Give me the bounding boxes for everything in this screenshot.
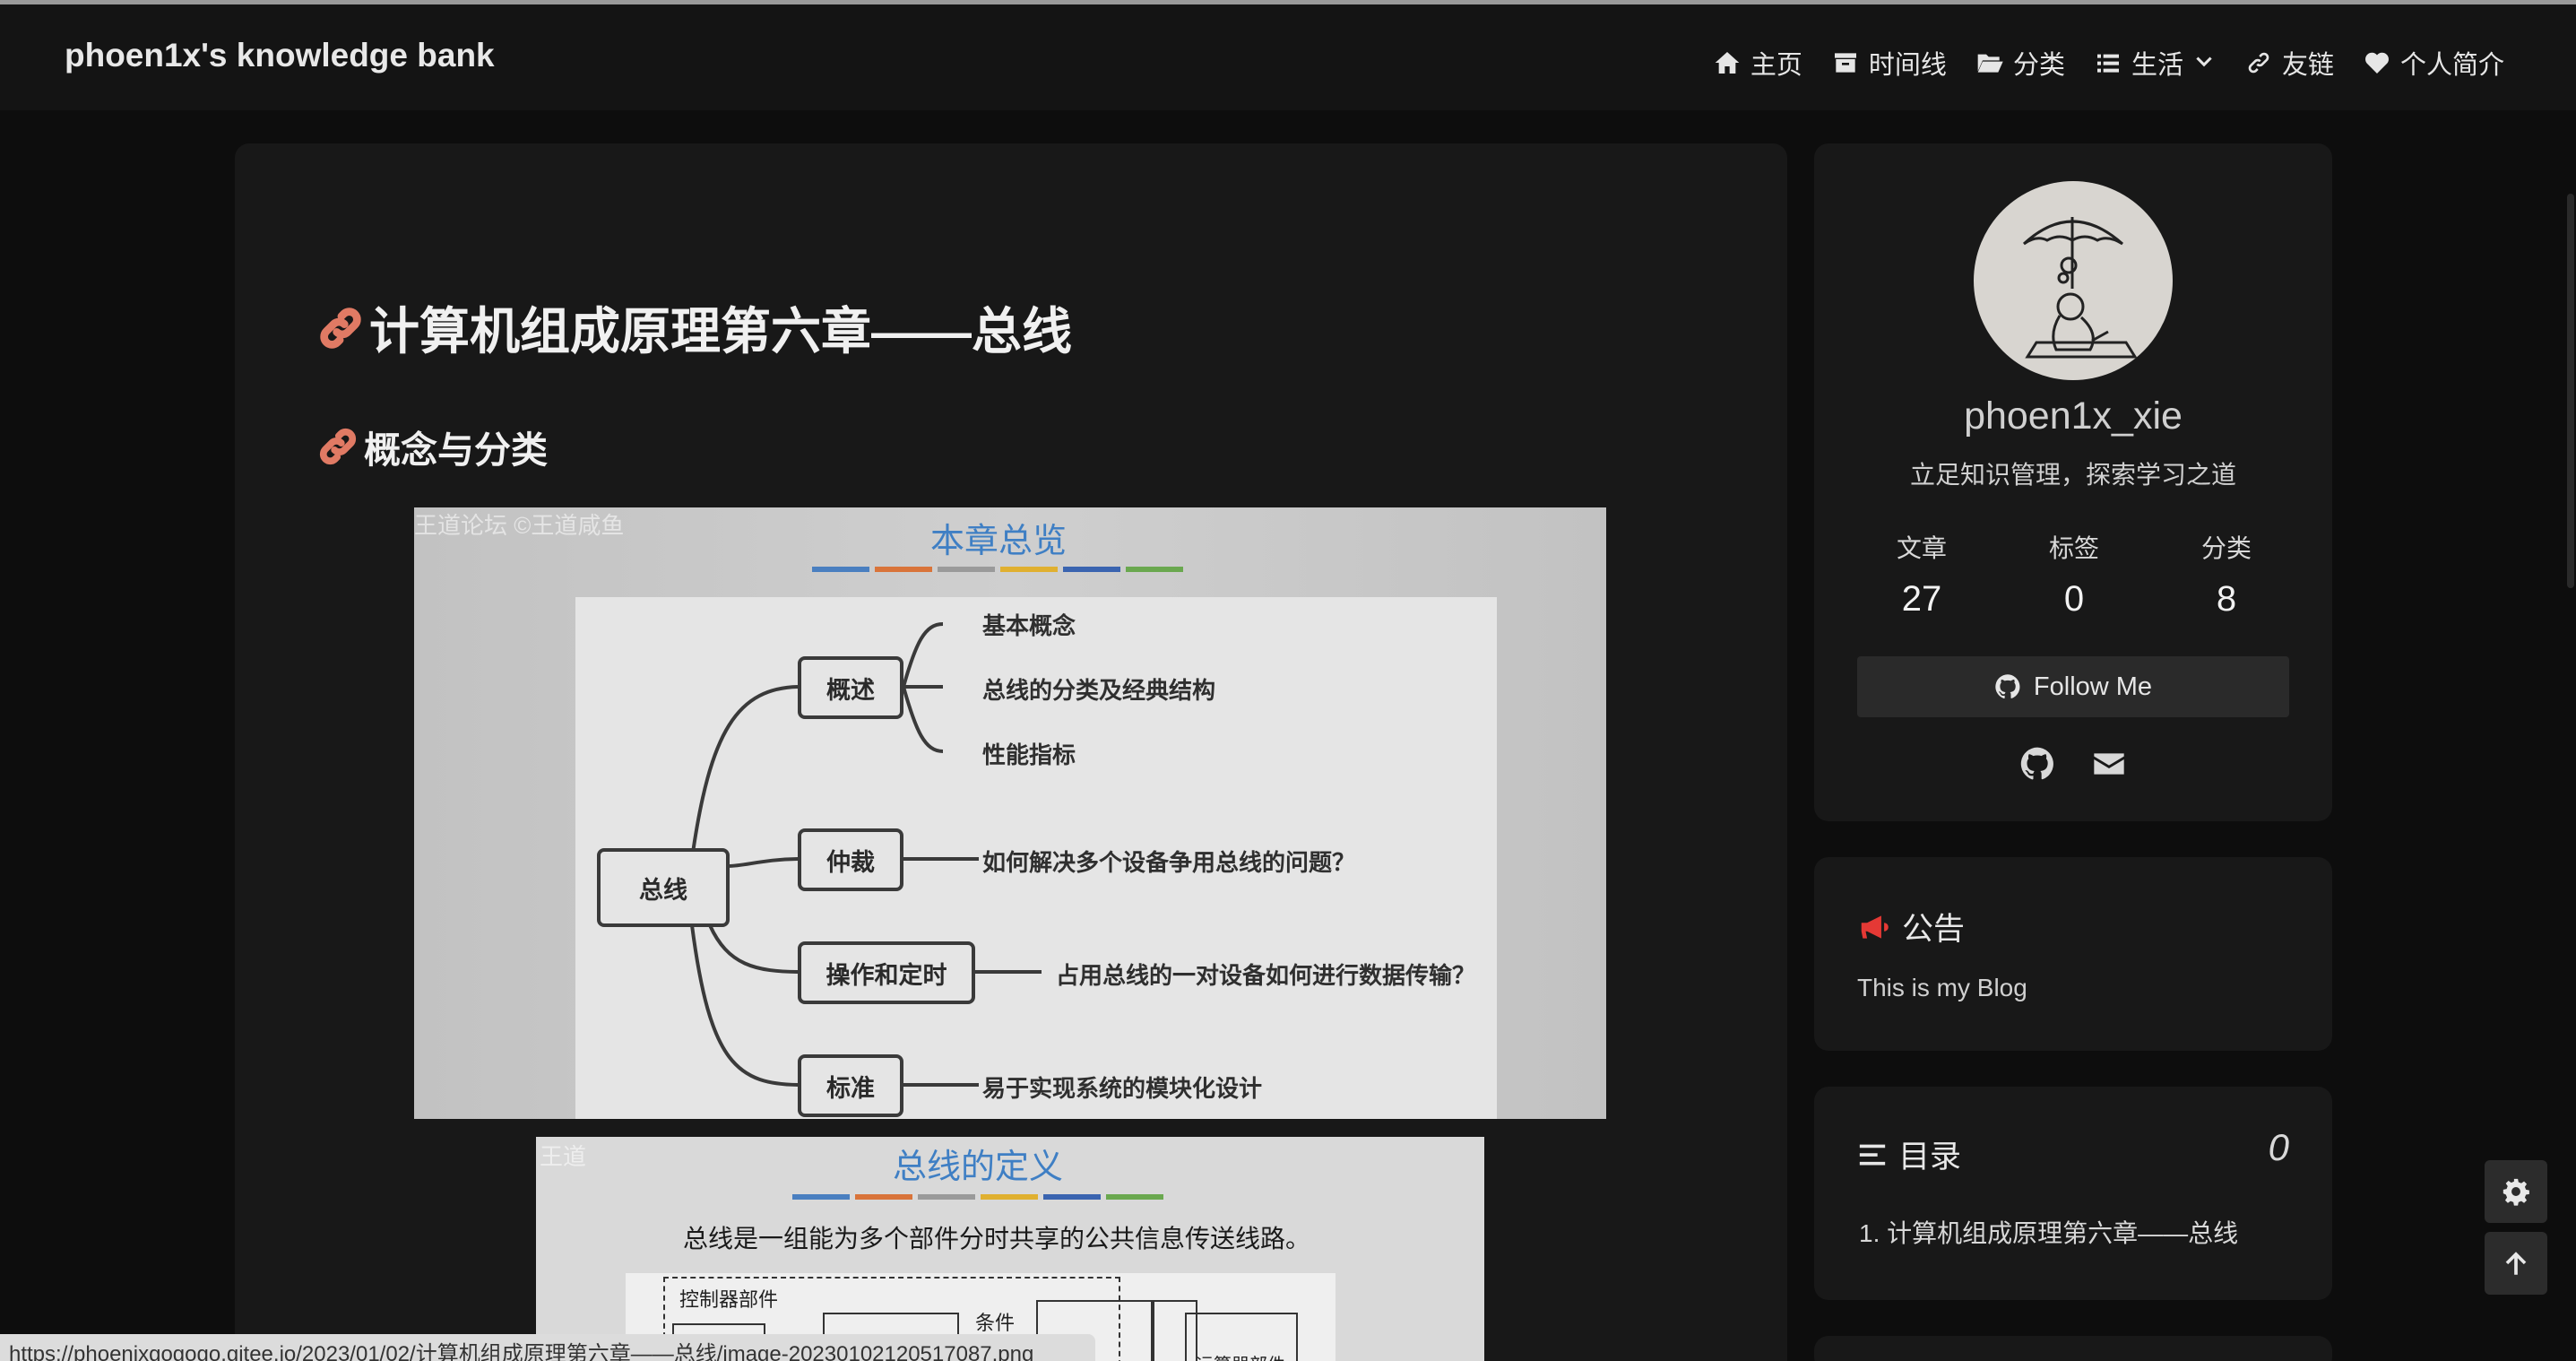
mindmap-node-timing: 操作和定时 (798, 941, 975, 1004)
nav-item-label: 个人简介 (2399, 51, 2504, 80)
megaphone-icon (1861, 915, 1889, 939)
nav-item-label: 友链 (2281, 51, 2334, 80)
nav-item-friend-links[interactable]: 友链 (2244, 44, 2334, 82)
color-bar-segment (1043, 1194, 1101, 1200)
nav-item-label: 生活 (2131, 51, 2183, 80)
stat-value: 27 (1901, 579, 1942, 619)
nav-item-timeline[interactable]: 时间线 (1831, 44, 1947, 82)
stat-value: 8 (2216, 579, 2237, 619)
back-to-top-button[interactable] (2485, 1232, 2547, 1295)
alu-label: 运算器部件 (1196, 1350, 1285, 1361)
arrow-up-icon (2505, 1252, 2527, 1275)
mindmap-leaf: 性能指标 (982, 741, 1076, 768)
github-icon[interactable] (2019, 746, 2055, 782)
section-heading-text: 概念与分类 (364, 429, 548, 471)
mindmap-leaf: 总线的分类及经典结构 (982, 677, 1216, 704)
archive-icon (1834, 53, 1856, 73)
top-navbar: phoen1x's knowledge bank 主页 时间线 分类 生活 友链… (0, 4, 2576, 110)
color-bar-segment (792, 1194, 850, 1200)
anchor-link-icon[interactable] (317, 305, 364, 351)
site-brand[interactable]: phoen1x's knowledge bank (65, 37, 495, 74)
color-bar-segment (1106, 1194, 1163, 1200)
stat-tags[interactable]: 标签 0 (2020, 529, 2128, 620)
author-stats: 文章 27 标签 0 分类 8 (1868, 529, 2280, 620)
alu-block: 运算器部件 (1185, 1313, 1298, 1361)
folder-open-icon (1977, 54, 2003, 73)
color-bar-segment (918, 1194, 975, 1200)
nav-item-life[interactable]: 生活 (2094, 44, 2216, 82)
chevron-down-icon (2196, 56, 2212, 67)
toc-progress: 0 (2268, 1126, 2289, 1168)
bus-definition-image[interactable]: 王道 总线的定义 总线是一组能为多个部件分时共享的公共信息传送线路。 控制器部件… (536, 1137, 1484, 1361)
color-bar-segment (855, 1194, 912, 1200)
color-bar-segment (981, 1194, 1038, 1200)
announcement-title: 公告 (1902, 912, 1966, 947)
home-icon (1715, 52, 1740, 74)
nav-item-about[interactable]: 个人简介 (2363, 44, 2504, 82)
link-icon (2248, 52, 2269, 74)
figure-title: 总线的定义 (893, 1147, 1064, 1186)
nav-menu: 主页 时间线 分类 生活 友链 个人简介 (1713, 44, 2504, 82)
mindmap-connectors (690, 622, 1042, 1087)
stat-articles[interactable]: 文章 27 (1868, 529, 1975, 620)
mindmap-root-node: 总线 (597, 848, 730, 927)
chapter-overview-image[interactable]: 王道论坛 ©王道咸鱼 本章总览 总线 概述 仲裁 操作和定时 标准 基本概念 总… (414, 507, 1606, 1119)
settings-button[interactable] (2485, 1160, 2547, 1223)
condition-label: 条件 (975, 1313, 1016, 1335)
stat-label: 分类 (2200, 534, 2252, 562)
toc-item[interactable]: 1. 计算机组成原理第六章——总线 (1859, 1214, 2238, 1250)
controller-label: 控制器部件 (679, 1289, 779, 1312)
stat-value: 0 (2063, 579, 2085, 619)
heart-icon (2365, 52, 2389, 74)
toc-header: 目录 (1857, 1131, 1961, 1177)
mindmap-leaf: 易于实现系统的模块化设计 (982, 1075, 1263, 1102)
page-scrollbar[interactable] (2567, 194, 2574, 588)
follow-me-label: Follow Me (2033, 672, 2153, 701)
nav-item-home[interactable]: 主页 (1713, 44, 1802, 82)
nav-item-categories[interactable]: 分类 (1975, 44, 2065, 82)
nav-item-label: 时间线 (1868, 51, 1947, 80)
email-icon[interactable] (2091, 746, 2127, 782)
list-icon (2096, 54, 2119, 73)
post-title: 计算机组成原理第六章——总线 (317, 291, 1072, 364)
image-watermark: 王道 (540, 1143, 587, 1170)
author-description: 立足知识管理，探索学习之道 (1909, 461, 2236, 489)
gear-icon (2503, 1178, 2529, 1206)
status-bar-url: https://phoenixgogogo.gitee.io/2023/01/0… (0, 1334, 1095, 1361)
github-icon (1995, 674, 2020, 699)
stat-categories[interactable]: 分类 8 (2173, 529, 2280, 620)
sidebar-card-partial (1814, 1336, 2332, 1361)
mindmap-leaf: 基本概念 (982, 612, 1076, 639)
mindmap-node-standard: 标准 (798, 1054, 903, 1117)
stat-label: 文章 (1896, 534, 1947, 562)
post-title-text: 计算机组成原理第六章——总线 (369, 303, 1072, 360)
announcement-card: 公告 This is my Blog (1814, 857, 2332, 1051)
section-heading: 概念与分类 (317, 420, 548, 473)
mindmap-node-overview: 概述 (798, 656, 903, 719)
toc-title: 目录 (1898, 1140, 1962, 1175)
anchor-link-icon[interactable] (317, 426, 359, 467)
bus-definition-text: 总线是一组能为多个部件分时共享的公共信息传送线路。 (683, 1224, 1311, 1253)
author-profile-card: phoen1x_xie 立足知识管理，探索学习之道 文章 27 标签 0 分类 … (1814, 143, 2332, 821)
avatar-illustration (2022, 217, 2138, 359)
author-name: phoen1x_xie (1964, 394, 2183, 438)
menu-lines-icon (1859, 1144, 1886, 1165)
stat-label: 标签 (2048, 534, 2099, 562)
mindmap-leaf: 如何解决多个设备争用总线的问题？ (982, 849, 1356, 876)
announcement-text: This is my Blog (1857, 974, 2027, 1001)
mindmap-leaf: 占用总线的一对设备如何进行数据传输？ (1056, 962, 1476, 989)
nav-item-label: 主页 (1750, 51, 1802, 80)
follow-me-button[interactable]: Follow Me (1857, 656, 2289, 717)
social-links (1814, 746, 2332, 782)
figure-color-bar (792, 1194, 1163, 1200)
avatar[interactable] (1974, 181, 2173, 380)
announcement-header: 公告 (1857, 904, 1965, 949)
mindmap-node-arbitration: 仲裁 (798, 828, 903, 891)
nav-item-label: 分类 (2012, 51, 2065, 80)
table-of-contents-card: 目录 0 1. 计算机组成原理第六章——总线 (1814, 1087, 2332, 1300)
